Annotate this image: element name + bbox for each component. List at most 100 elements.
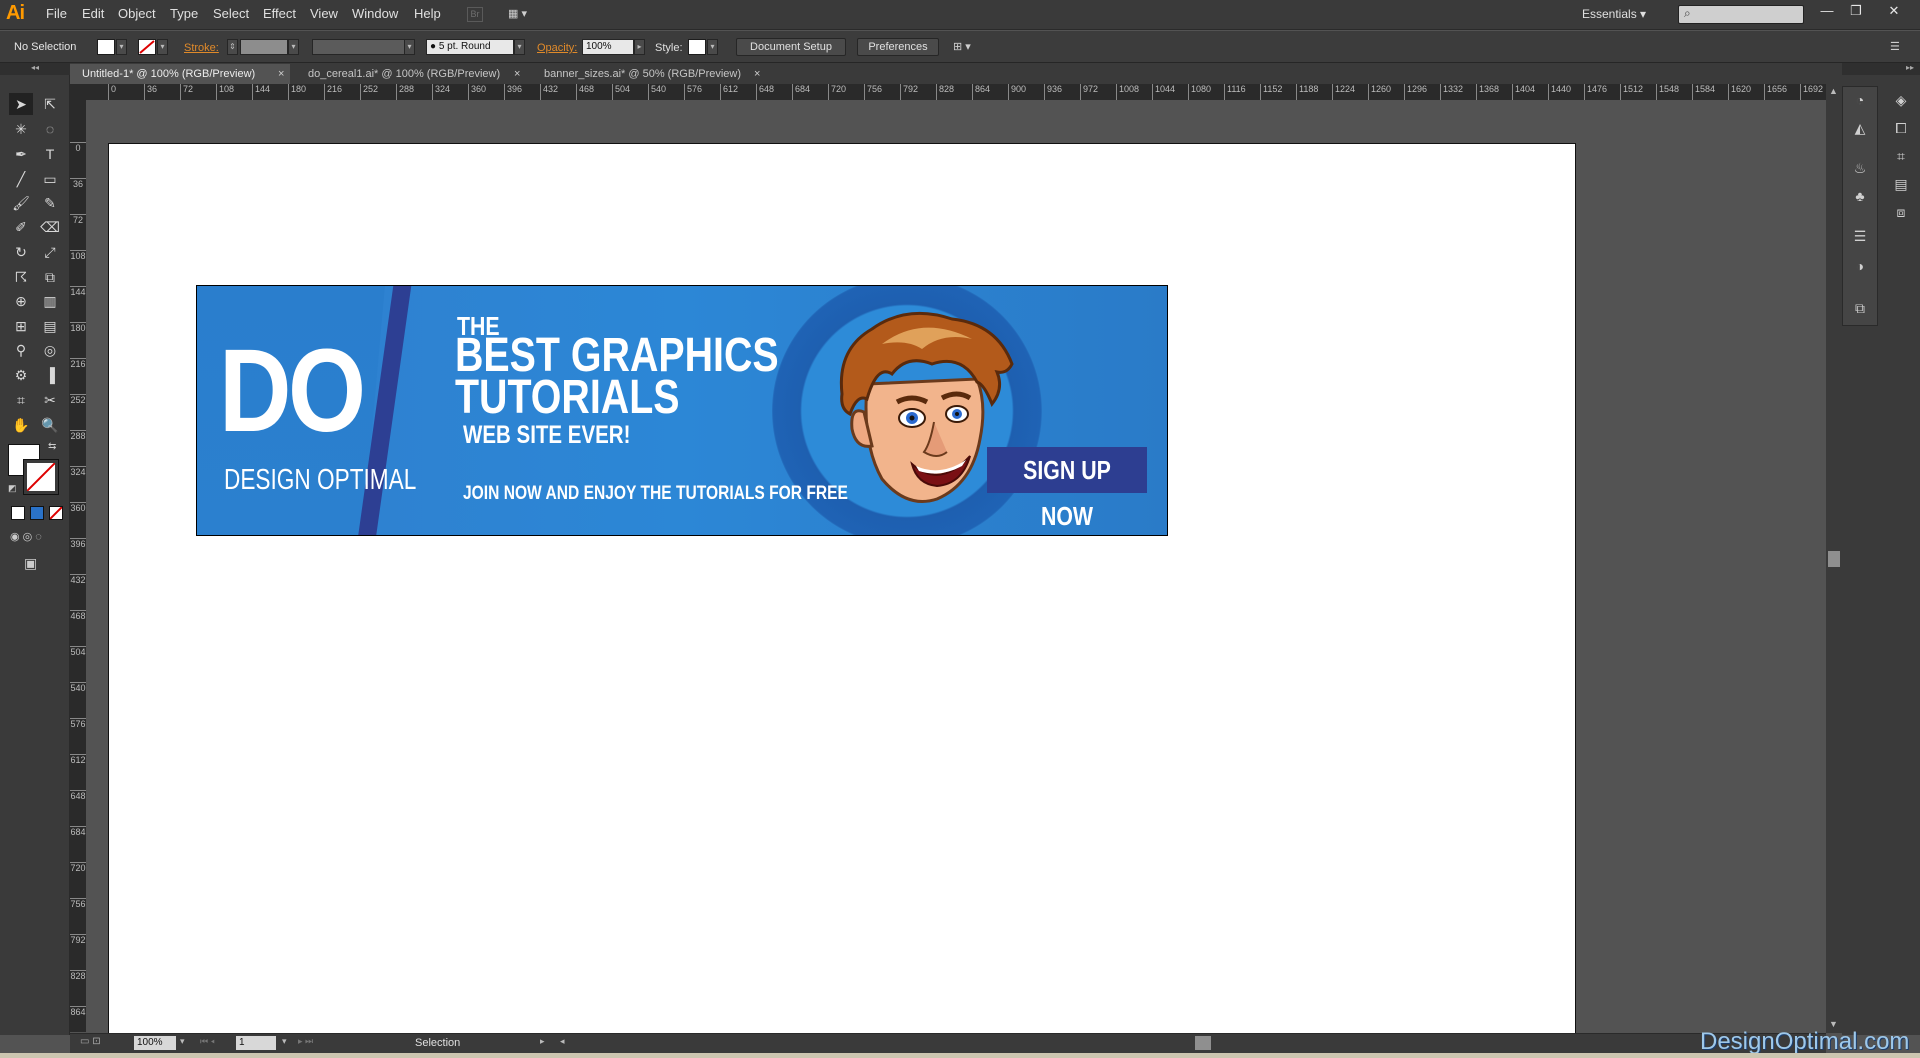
dock-grip[interactable]: ▸▸ [1842, 63, 1920, 75]
variable-width-field[interactable] [312, 39, 408, 55]
graphic-style-swatch[interactable] [688, 39, 706, 55]
variable-width-dropdown[interactable]: ▾ [404, 39, 415, 55]
style-dropdown[interactable]: ▾ [707, 39, 718, 55]
opacity-arrow[interactable]: ▸ [634, 39, 645, 55]
perspective-grid-tool-icon[interactable]: ▥ [38, 290, 62, 312]
stroke-label[interactable]: Stroke: [184, 42, 219, 54]
close-icon[interactable]: × [278, 64, 284, 84]
align-panel-icon[interactable]: ▤ [1890, 174, 1912, 194]
scroll-up-icon[interactable]: ▲ [1829, 86, 1838, 96]
color-guide-icon[interactable]: ◭ [1849, 118, 1871, 138]
selection-tool-icon[interactable]: ➤ [9, 93, 33, 115]
menu-object[interactable]: Object [118, 6, 156, 21]
pen-tool-icon[interactable]: ✒ [9, 143, 33, 165]
bridge-button[interactable]: Br [467, 7, 483, 22]
symbol-sprayer-tool-icon[interactable]: ⚙ [9, 364, 33, 386]
blend-tool-icon[interactable]: ◎ [38, 339, 62, 361]
close-icon[interactable]: × [514, 64, 520, 84]
fill-dropdown[interactable]: ▾ [116, 39, 127, 55]
horizontal-ruler[interactable]: 0 36 72 108 144 180 216 252 288 324 360 396 432 468 50… [86, 84, 1836, 100]
brush-definition-field[interactable]: ● 5 pt. Round [426, 39, 514, 55]
blob-brush-tool-icon[interactable]: ✐ [9, 216, 33, 238]
zoom-tool-icon[interactable]: 🔍 [38, 414, 62, 436]
warp-tool-icon[interactable]: ☈ [9, 266, 33, 288]
none-mode-icon[interactable] [49, 506, 63, 520]
stroke-panel-icon[interactable]: ☰ [1849, 226, 1871, 246]
type-tool-icon[interactable]: T [38, 143, 62, 165]
artboard-number-field[interactable]: 1 [236, 1036, 276, 1050]
horizontal-scrollbar[interactable] [560, 1036, 1826, 1050]
align-options-icon[interactable]: ⊞ ▾ [953, 40, 971, 53]
layers-panel-icon[interactable]: ◈ [1890, 90, 1912, 110]
opacity-label[interactable]: Opacity: [537, 42, 577, 54]
web-banner-artwork[interactable]: DO DESIGN OPTIMAL THE BEST GRAPHICS TUTO… [196, 285, 1168, 536]
last-artboard-icon[interactable]: ▸ ⏭ [298, 1036, 313, 1047]
stroke-swatch[interactable] [138, 39, 156, 55]
artboards-panel-icon[interactable]: ⧠ [1890, 118, 1912, 138]
gradient-mode-icon[interactable] [30, 506, 44, 520]
search-input[interactable] [1678, 5, 1804, 24]
tools-panel-grip[interactable]: ◂◂ [0, 63, 70, 75]
status-tool-text[interactable]: Selection [415, 1037, 460, 1049]
close-button[interactable]: ✕ [1883, 3, 1905, 21]
minimize-button[interactable]: — [1816, 3, 1838, 21]
default-colors-icon[interactable]: ◩ [8, 483, 17, 494]
stroke-color-swatch[interactable] [23, 459, 59, 495]
restore-button[interactable]: ❐ [1845, 3, 1867, 21]
status-menu-arrow[interactable]: ▸ [540, 1036, 545, 1047]
stroke-weight-field[interactable] [240, 39, 288, 55]
menu-window[interactable]: Window [352, 6, 398, 21]
stroke-dropdown[interactable]: ▾ [157, 39, 168, 55]
color-panel-icon[interactable]: ◔ [1849, 90, 1871, 110]
draw-modes-icon[interactable]: ◉ ◎ ◌ [10, 530, 42, 543]
lasso-tool-icon[interactable]: ◌ [38, 118, 62, 140]
color-mode-icon[interactable] [11, 506, 25, 520]
rotate-tool-icon[interactable]: ↻ [9, 241, 33, 263]
close-icon[interactable]: × [754, 64, 760, 84]
pencil-tool-icon[interactable]: ✎ [38, 192, 62, 214]
brush-dropdown[interactable]: ▾ [514, 39, 525, 55]
slice-tool-icon[interactable]: ✂ [38, 389, 62, 411]
opacity-field[interactable]: 100% [582, 39, 634, 55]
menu-edit[interactable]: Edit [82, 6, 104, 21]
tab-untitled-1[interactable]: Untitled-1* @ 100% (RGB/Preview) × [64, 64, 290, 84]
brushes-panel-icon[interactable]: ♨ [1849, 158, 1871, 178]
scale-tool-icon[interactable]: ⤢ [38, 241, 62, 263]
paintbrush-tool-icon[interactable]: 🖌 [9, 192, 33, 214]
rectangle-tool-icon[interactable]: ▭ [38, 168, 62, 190]
eraser-tool-icon[interactable]: ⌫ [38, 216, 62, 238]
zoom-field[interactable]: 100% [134, 1036, 176, 1050]
symbols-panel-icon[interactable]: ♣ [1849, 186, 1871, 206]
column-graph-tool-icon[interactable]: ▐ [38, 364, 62, 386]
graphic-styles-icon[interactable]: ⧉ [1849, 298, 1871, 318]
vertical-scroll-thumb[interactable] [1828, 551, 1840, 567]
menu-effect[interactable]: Effect [263, 6, 296, 21]
artboard[interactable] [108, 143, 1576, 1034]
direct-selection-tool-icon[interactable]: ⇱ [38, 93, 62, 115]
artboard-tool-icon[interactable]: ⌗ [9, 389, 33, 411]
menu-type[interactable]: Type [170, 6, 198, 21]
appearance-panel-icon[interactable]: ◑ [1849, 256, 1871, 276]
zoom-dropdown[interactable]: ▾ [180, 1036, 185, 1047]
control-panel-menu-icon[interactable]: ☰ [1890, 40, 1900, 53]
mesh-tool-icon[interactable]: ⊞ [9, 315, 33, 337]
artboard-nav-icon[interactable]: ▭ ⊡ [80, 1036, 101, 1047]
document-setup-button[interactable]: Document Setup [736, 38, 846, 56]
line-tool-icon[interactable]: ╱ [9, 168, 33, 190]
horizontal-scroll-thumb[interactable] [1195, 1036, 1211, 1050]
first-artboard-icon[interactable]: ⏮ ◂ [200, 1036, 215, 1047]
arrange-documents-button[interactable]: ▦ ▾ [508, 7, 536, 22]
artboard-dropdown[interactable]: ▾ [282, 1036, 287, 1047]
screen-mode-icon[interactable]: ▣ [24, 555, 37, 572]
tab-banner-sizes[interactable]: banner_sizes.ai* @ 50% (RGB/Preview) × [526, 64, 766, 84]
workspace-switcher[interactable]: Essentials ▾ [1582, 7, 1646, 21]
gradient-tool-icon[interactable]: ▤ [38, 315, 62, 337]
pathfinder-panel-icon[interactable]: ⧈ [1890, 202, 1912, 222]
preferences-button[interactable]: Preferences [857, 38, 939, 56]
stroke-stepper[interactable]: ⇕ [227, 39, 238, 55]
menu-help[interactable]: Help [414, 6, 441, 21]
fill-swatch[interactable] [97, 39, 115, 55]
swap-colors-icon[interactable]: ⇆ [48, 441, 56, 452]
free-transform-tool-icon[interactable]: ⧉ [38, 266, 62, 288]
menu-select[interactable]: Select [213, 6, 249, 21]
